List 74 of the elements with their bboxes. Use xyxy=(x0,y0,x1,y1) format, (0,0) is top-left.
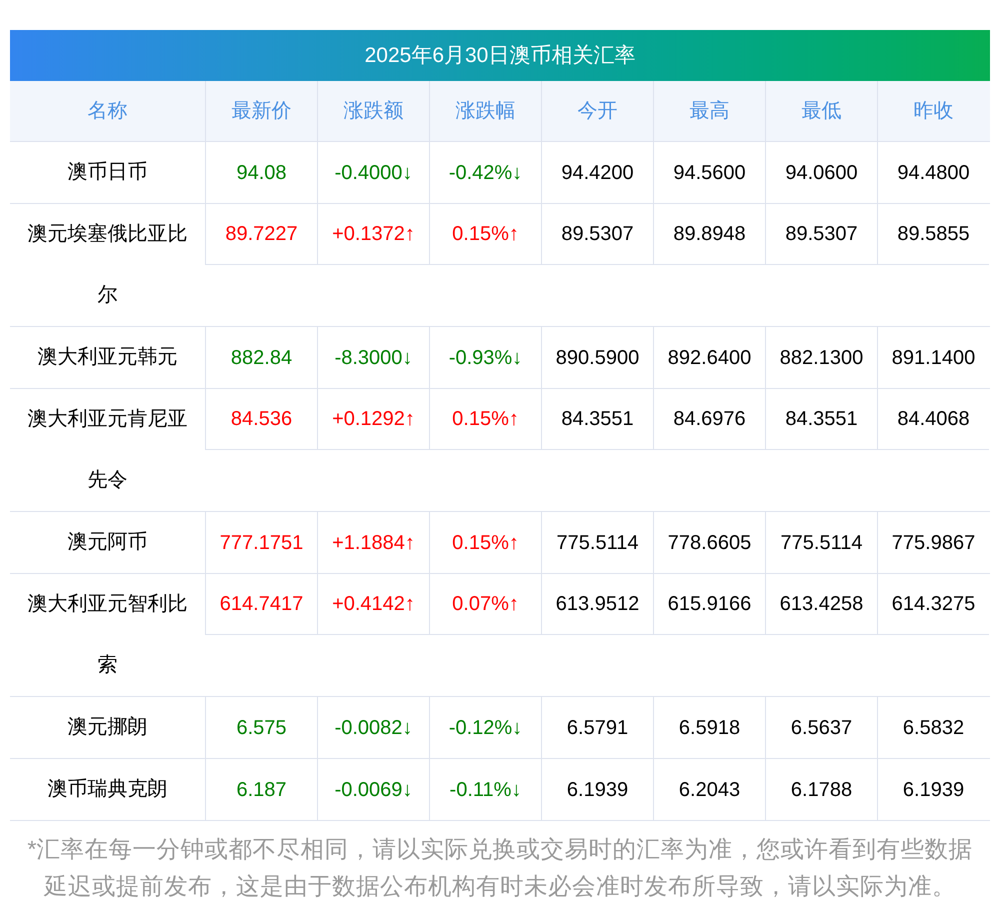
table-cell: 778.6605 xyxy=(653,512,765,573)
table-cell: 6.1788 xyxy=(765,759,877,820)
column-header: 涨跌额 xyxy=(317,81,429,141)
table-cell: 94.08 xyxy=(205,142,317,203)
currency-name: 澳元挪朗 xyxy=(66,715,148,740)
table-cell: +0.1372↑ xyxy=(317,204,429,265)
table-cell: 775.9867 xyxy=(877,512,989,573)
table-cell: 84.3551 xyxy=(765,389,877,450)
table-cell: 94.0600 xyxy=(765,142,877,203)
table-cell: 613.9512 xyxy=(541,574,653,635)
column-header: 昨收 xyxy=(877,81,989,141)
table-cell: 0.15%↑ xyxy=(429,512,541,573)
table-cell: 84.536 xyxy=(205,389,317,450)
table-cell: 6.187 xyxy=(205,759,317,820)
table-cell: 6.1939 xyxy=(877,759,989,820)
table-cell: -0.11%↓ xyxy=(429,759,541,820)
table-cell: 89.7227 xyxy=(205,204,317,265)
table-cell: 777.1751 xyxy=(205,512,317,573)
column-header: 涨跌幅 xyxy=(429,81,541,141)
table-cell: 6.5791 xyxy=(541,697,653,758)
table-cell: 89.8948 xyxy=(653,204,765,265)
table-cell: 6.1939 xyxy=(541,759,653,820)
table-cell: 89.5855 xyxy=(877,204,989,265)
table-cell: -0.42%↓ xyxy=(429,142,541,203)
table-cell: 614.7417 xyxy=(205,574,317,635)
table-cell: 892.6400 xyxy=(653,327,765,388)
table-cell: 6.5918 xyxy=(653,697,765,758)
table-cell: 775.5114 xyxy=(765,512,877,573)
column-header: 最新价 xyxy=(205,81,317,141)
table-cell: 890.5900 xyxy=(541,327,653,388)
table-cell: 614.3275 xyxy=(877,574,989,635)
disclaimer-text: *汇率在每一分钟或都不尽相同，请以实际兑换或交易时的汇率为准，您或许看到有些数据延迟或提前发布，这是由于数据公布机构有时未必会准时发布所导致，请以实际为准。 xyxy=(26,835,974,901)
table-cell: 6.5832 xyxy=(877,697,989,758)
column-header: 最高 xyxy=(653,81,765,141)
table-cell: 0.15%↑ xyxy=(429,389,541,450)
table-cell: 615.9166 xyxy=(653,574,765,635)
table-cell: +0.4142↑ xyxy=(317,574,429,635)
currency-name: 澳元埃塞俄比亚比尔 xyxy=(26,222,188,308)
table-cell: -0.0069↓ xyxy=(317,759,429,820)
currency-name: 澳币日币 xyxy=(66,160,148,185)
currency-name: 澳大利亚元肯尼亚先令 xyxy=(26,407,188,493)
table-cell: 0.07%↑ xyxy=(429,574,541,635)
currency-name: 澳元阿币 xyxy=(66,530,148,555)
table-cell: 94.4800 xyxy=(877,142,989,203)
currency-name: 澳大利亚元智利比索 xyxy=(26,592,188,678)
table-cell: 775.5114 xyxy=(541,512,653,573)
table-cell: 6.2043 xyxy=(653,759,765,820)
table-cell: 882.84 xyxy=(205,327,317,388)
table-cell: 613.4258 xyxy=(765,574,877,635)
table-cell: +1.1884↑ xyxy=(317,512,429,573)
table-cell: 84.6976 xyxy=(653,389,765,450)
table-cell: 0.15%↑ xyxy=(429,204,541,265)
table-cell: -0.0082↓ xyxy=(317,697,429,758)
table-cell: 6.5637 xyxy=(765,697,877,758)
table-cell: -0.93%↓ xyxy=(429,327,541,388)
table-cell: 89.5307 xyxy=(765,204,877,265)
table-title: 2025年6月30日澳币相关汇率 xyxy=(10,30,990,81)
table-cell: 891.1400 xyxy=(877,327,989,388)
currency-name: 澳大利亚元韩元 xyxy=(36,345,178,370)
table-cell: 94.5600 xyxy=(653,142,765,203)
table-cell: -0.12%↓ xyxy=(429,697,541,758)
column-header: 名称 xyxy=(86,99,128,124)
table-cell: -0.4000↓ xyxy=(317,142,429,203)
column-header: 最低 xyxy=(765,81,877,141)
table-cell: 84.4068 xyxy=(877,389,989,450)
table-cell: +0.1292↑ xyxy=(317,389,429,450)
table-cell: 94.4200 xyxy=(541,142,653,203)
column-header: 今开 xyxy=(541,81,653,141)
table-cell: 89.5307 xyxy=(541,204,653,265)
table-cell: 882.1300 xyxy=(765,327,877,388)
table-cell: -8.3000↓ xyxy=(317,327,429,388)
currency-name: 澳币瑞典克朗 xyxy=(46,777,168,802)
table-cell: 6.575 xyxy=(205,697,317,758)
table-cell: 84.3551 xyxy=(541,389,653,450)
